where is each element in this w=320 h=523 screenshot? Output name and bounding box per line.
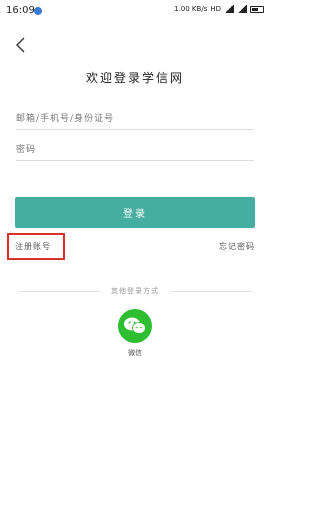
chevron-left-icon <box>16 37 25 53</box>
network-speed: 1.00 KB/s <box>174 5 208 13</box>
password-input[interactable] <box>16 138 254 162</box>
password-field-wrapper <box>16 137 254 162</box>
signal-icon <box>224 5 234 13</box>
account-input[interactable] <box>16 107 254 131</box>
status-bar: 16:09 1.00 KB/s HD <box>0 0 270 24</box>
status-time: 16:09 <box>6 5 35 16</box>
account-field-wrapper <box>16 106 254 131</box>
wechat-login-button[interactable] <box>118 309 152 343</box>
back-button[interactable] <box>12 35 32 55</box>
status-indicators: 1.00 KB/s HD <box>174 5 264 13</box>
register-link[interactable]: 注册账号 <box>15 241 51 252</box>
login-button[interactable]: 登录 <box>15 197 255 228</box>
battery-icon <box>250 5 264 13</box>
wechat-icon <box>124 317 146 334</box>
divider-right <box>170 291 252 292</box>
wechat-label: 微信 <box>128 349 142 357</box>
welcome-title: 欢迎登录学信网 <box>85 71 184 85</box>
notification-icon <box>34 7 42 15</box>
forgot-password-link[interactable]: 忘记密码 <box>219 241 255 252</box>
network-type: HD <box>210 5 221 13</box>
signal-icon-2 <box>237 5 247 13</box>
